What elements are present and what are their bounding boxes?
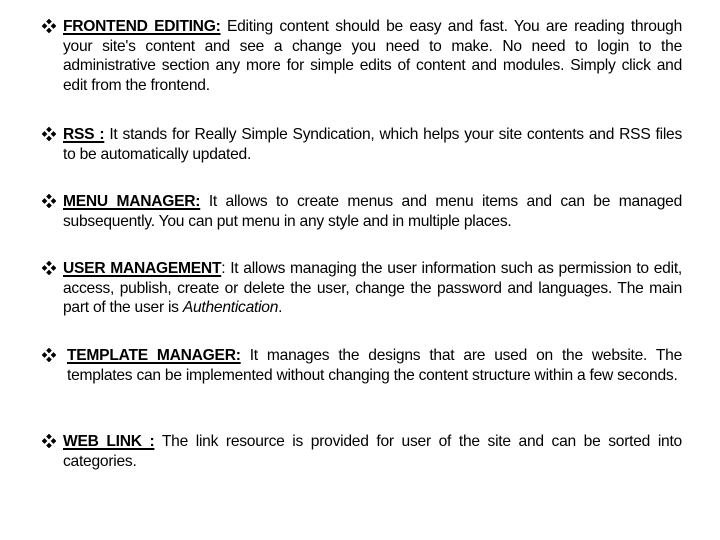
emphasis-text: Authentication	[182, 299, 279, 317]
diamond-bullet-icon	[42, 261, 56, 275]
bullet-item-rss: RSS : It stands for Really Simple Syndic…	[42, 125, 682, 164]
term-label: RSS :	[63, 126, 105, 143]
term-label: USER MANAGEMENT	[63, 260, 222, 277]
bullet-text: MENU MANAGER: It allows to create menus …	[63, 192, 682, 231]
bullet-text: FRONTEND EDITING: Editing content should…	[63, 17, 682, 95]
bullet-item-frontend-editing: FRONTEND EDITING: Editing content should…	[42, 17, 682, 95]
term-description: It stands for Really Simple Syndication,…	[63, 126, 682, 163]
term-description: The link resource is provided for user o…	[63, 433, 682, 470]
bullet-text: USER MANAGEMENT: It allows managing the …	[63, 259, 682, 318]
diamond-bullet-icon	[42, 348, 56, 362]
diamond-bullet-icon	[42, 127, 56, 141]
diamond-bullet-icon	[42, 194, 56, 208]
bullet-text: TEMPLATE MANAGER: It manages the designs…	[67, 346, 682, 385]
term-label: FRONTEND EDITING:	[63, 18, 221, 35]
term-label: TEMPLATE MANAGER:	[67, 347, 241, 364]
bullet-text: WEB LINK : The link resource is provided…	[63, 432, 682, 471]
bullet-item-user-management: USER MANAGEMENT: It allows managing the …	[42, 259, 682, 318]
diamond-bullet-icon	[42, 434, 56, 448]
term-description-end: .	[278, 299, 283, 317]
bullet-item-web-link: WEB LINK : The link resource is provided…	[42, 432, 682, 471]
slide: FRONTEND EDITING: Editing content should…	[0, 0, 720, 540]
bullet-text: RSS : It stands for Really Simple Syndic…	[63, 125, 682, 164]
term-label: WEB LINK :	[63, 433, 155, 450]
bullet-item-template-manager: TEMPLATE MANAGER: It manages the designs…	[42, 346, 682, 385]
diamond-bullet-icon	[42, 19, 56, 33]
term-label: MENU MANAGER:	[63, 193, 201, 210]
bullet-item-menu-manager: MENU MANAGER: It allows to create menus …	[42, 192, 682, 231]
